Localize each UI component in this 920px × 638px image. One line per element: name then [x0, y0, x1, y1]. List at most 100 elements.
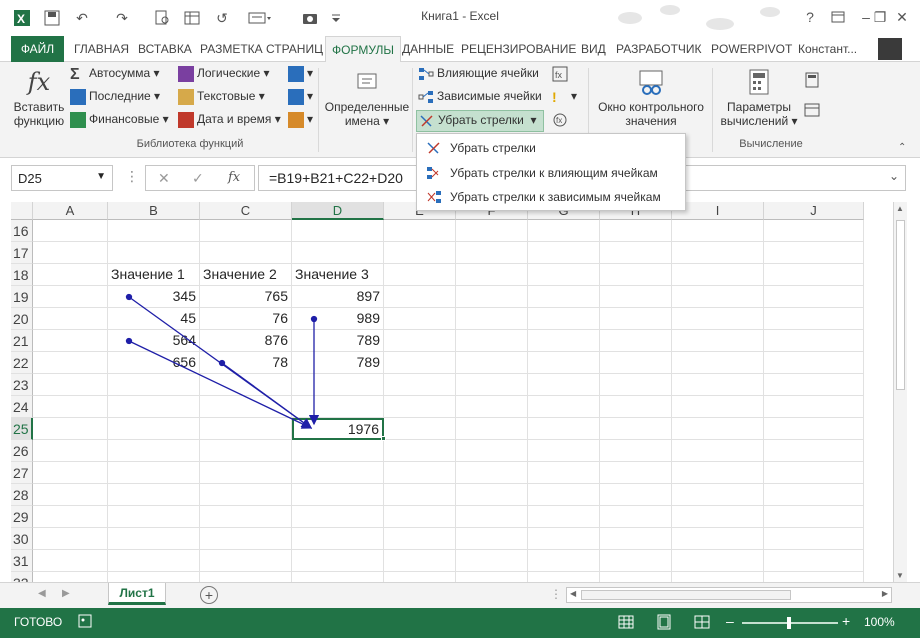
collapse-ribbon-icon[interactable]: ⌃: [898, 142, 906, 153]
math-button[interactable]: ▾: [288, 89, 313, 105]
warning-icon: !: [552, 89, 557, 105]
print-preview-icon[interactable]: [152, 8, 172, 28]
cancel-icon[interactable]: ✕: [158, 170, 170, 187]
normal-view-icon[interactable]: [618, 614, 634, 633]
worksheet-grid[interactable]: A B C D E F G H I J 16171819202122232425…: [11, 202, 905, 582]
tab-developer[interactable]: РАЗРАБОТЧИК: [610, 36, 708, 62]
calculate-now-button[interactable]: [804, 72, 823, 88]
svg-text:fx: fx: [555, 70, 563, 80]
save-icon[interactable]: [42, 8, 62, 28]
chevron-down-icon: ▾: [571, 89, 578, 104]
tab-page-layout[interactable]: РАЗМЕТКА СТРАНИЦ: [194, 36, 329, 62]
library-group-label: Библиотека функций: [136, 138, 244, 150]
recent-label: Последние: [89, 89, 151, 104]
customize-icon[interactable]: [326, 8, 346, 28]
redo-icon[interactable]: ↷: [112, 8, 132, 28]
scroll-right-icon[interactable]: ▶: [882, 589, 888, 598]
trace-precedents-button[interactable]: Влияющие ячейки: [418, 66, 539, 82]
show-formulas-button[interactable]: fx: [552, 66, 571, 82]
next-sheet-icon[interactable]: ▶: [62, 588, 70, 599]
insert-function-label-1: Вставить: [13, 100, 65, 114]
trace-dependents-button[interactable]: Зависимые ячейки: [418, 89, 542, 105]
scroll-down-icon[interactable]: ▼: [896, 571, 904, 580]
chevron-down-icon: ▾: [255, 89, 265, 104]
zoom-out-icon[interactable]: –: [726, 613, 734, 629]
menu-item-label: Убрать стрелки к зависимым ячейкам: [450, 190, 661, 204]
chevron-down-icon: ▾: [159, 112, 169, 127]
logical-button[interactable]: Логические ▾: [178, 66, 270, 82]
form-icon[interactable]: [240, 8, 280, 28]
trace-precedents-icon: [418, 66, 434, 82]
menu-item-remove-precedent-arrows[interactable]: Убрать стрелки к влияющим ячейкам: [418, 161, 684, 185]
name-box[interactable]: D25 ▼: [11, 165, 113, 191]
vertical-scrollbar[interactable]: ▲ ▼: [893, 202, 907, 582]
math-icon: [288, 89, 304, 105]
check-icon[interactable]: ✓: [192, 170, 204, 187]
page-layout-view-icon[interactable]: [656, 614, 672, 633]
error-checking-button[interactable]: ! ▾: [552, 89, 577, 105]
page-break-view-icon[interactable]: [694, 614, 710, 633]
scroll-left-icon[interactable]: ◀: [570, 589, 576, 598]
star-book-icon: [70, 89, 86, 105]
user-name[interactable]: Констант...: [792, 36, 863, 62]
watch-window-button[interactable]: Окно контрольного значения: [592, 68, 710, 128]
watch-window-label-2: значения: [625, 114, 677, 128]
remove-arrows-menu: Убрать стрелки Убрать стрелки к влияющим…: [416, 133, 686, 211]
help-icon[interactable]: ?: [796, 6, 824, 28]
macro-record-icon[interactable]: [78, 614, 92, 631]
financial-button[interactable]: Финансовые ▾: [70, 112, 169, 128]
defined-names-button[interactable]: Определенные имена ▾: [322, 68, 412, 128]
tab-view[interactable]: ВИД: [575, 36, 612, 62]
horizontal-scrollbar[interactable]: ◀ ▶: [566, 587, 892, 603]
menu-item-remove-arrows[interactable]: Убрать стрелки: [418, 136, 684, 160]
insert-function-button[interactable]: fx Вставить функцию: [10, 68, 68, 128]
arrow-dot-b21: [125, 337, 133, 345]
tab-powerpivot[interactable]: POWERPIVOT: [705, 36, 798, 62]
calc-options-button[interactable]: Параметры вычислений ▾: [716, 68, 802, 128]
table-icon[interactable]: [182, 8, 202, 28]
arrow-c22: [221, 362, 313, 429]
zoom-slider[interactable]: [742, 617, 838, 629]
datetime-button[interactable]: Дата и время ▾: [178, 112, 281, 128]
autosum-button[interactable]: Σ Автосумма ▾: [70, 66, 160, 83]
chevron-down-icon: ▾: [788, 114, 798, 128]
insert-function-icon[interactable]: fx: [228, 170, 240, 185]
refresh-icon[interactable]: ↺: [212, 8, 232, 28]
chevron-down-icon[interactable]: ▼: [96, 171, 106, 182]
tab-data[interactable]: ДАННЫЕ: [396, 36, 460, 62]
zoom-in-icon[interactable]: +: [842, 613, 850, 629]
tab-home[interactable]: ГЛАВНАЯ: [68, 36, 135, 62]
sheet-tab-active[interactable]: Лист1: [108, 583, 166, 605]
prev-sheet-icon[interactable]: ◀: [38, 588, 46, 599]
zoom-level[interactable]: 100%: [864, 615, 895, 629]
remove-arrows-icon: [426, 140, 442, 156]
lookup-button[interactable]: ▾: [288, 66, 313, 82]
tab-insert[interactable]: ВСТАВКА: [132, 36, 198, 62]
menu-item-remove-dependent-arrows[interactable]: Убрать стрелки к зависимым ячейкам: [418, 185, 684, 209]
undo-icon[interactable]: ↶: [72, 8, 92, 28]
vertical-scroll-thumb[interactable]: [896, 220, 905, 390]
text-button[interactable]: Текстовые ▾: [178, 89, 265, 105]
horizontal-scroll-thumb[interactable]: [581, 590, 791, 600]
zoom-slider-thumb[interactable]: [787, 617, 791, 629]
arrow-b21: [128, 340, 313, 429]
tab-review[interactable]: РЕЦЕНЗИРОВАНИЕ: [455, 36, 582, 62]
ribbon-tabs: ФАЙЛ ГЛАВНАЯ ВСТАВКА РАЗМЕТКА СТРАНИЦ ФО…: [0, 36, 920, 63]
splitter-icon[interactable]: ⋮: [550, 587, 562, 601]
close-icon[interactable]: ✕: [888, 6, 916, 28]
calculate-sheet-button[interactable]: [804, 102, 823, 118]
remove-arrows-button[interactable]: Убрать стрелки ▾: [416, 110, 544, 132]
more-functions-button[interactable]: ▾: [288, 112, 313, 128]
add-sheet-icon[interactable]: +: [200, 586, 218, 604]
camera-icon[interactable]: [300, 8, 320, 28]
calc-group-label: Вычисление: [739, 138, 803, 150]
tab-file[interactable]: ФАЙЛ: [11, 36, 64, 62]
tab-formulas[interactable]: ФОРМУЛЫ: [325, 36, 402, 63]
ribbon-display-icon[interactable]: [824, 6, 852, 28]
expand-formula-icon[interactable]: ⌄: [889, 169, 899, 183]
scroll-up-icon[interactable]: ▲: [896, 204, 904, 213]
status-ready: ГОТОВО: [14, 615, 63, 629]
avatar[interactable]: [878, 38, 902, 60]
recent-button[interactable]: Последние ▾: [70, 89, 160, 105]
evaluate-formula-button[interactable]: fx: [552, 112, 571, 128]
